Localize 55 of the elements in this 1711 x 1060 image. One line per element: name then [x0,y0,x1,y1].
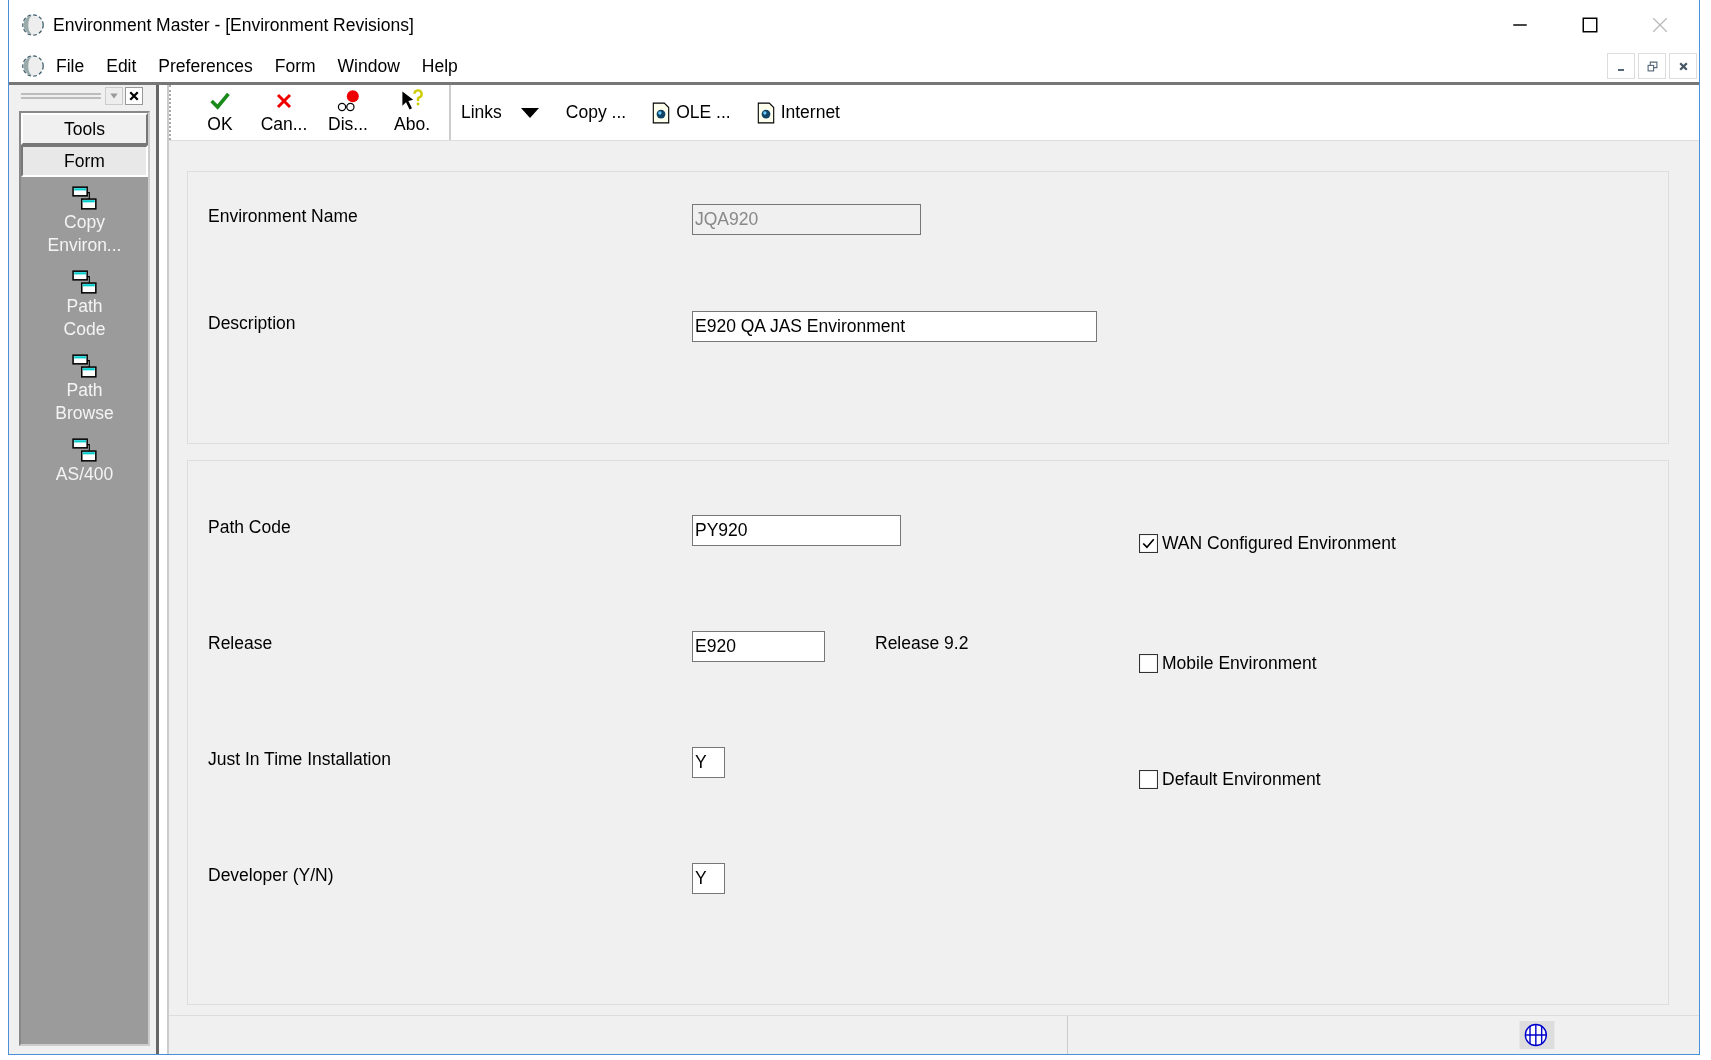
toolbar-link[interactable]: Internet [756,101,840,124]
document-icon [756,101,775,124]
toolbar-button[interactable]: OK [191,89,249,140]
field-label: Release [208,633,274,654]
toolbar-link[interactable]: Links [461,102,540,123]
close-button[interactable] [125,87,143,105]
text-field[interactable]: PY920 [692,515,901,546]
window-title: Environment Master - [Environment Revisions] [53,14,414,36]
form-icon[interactable] [71,437,98,463]
toolbar-button[interactable]: Can... [255,89,313,140]
minimize-icon [1617,69,1625,71]
restore-icon [1646,60,1658,72]
restore-button[interactable] [1638,53,1666,79]
checkbox-label[interactable]: Mobile Environment [1162,653,1317,674]
caret-icon [109,91,119,101]
globe-icon [21,13,45,37]
menu-item[interactable]: Help [410,55,469,77]
form-icon[interactable] [71,185,98,211]
menu-item[interactable]: Edit [95,55,148,77]
close-icon [129,91,139,101]
field-label: Developer (Y/N) [208,865,335,886]
text-field[interactable]: Y [692,863,725,894]
field-label: Just In Time Installation [208,749,392,770]
caret-icon [519,106,540,119]
drag-handle-icon[interactable] [19,92,103,100]
document-icon [652,101,671,124]
menu-item[interactable]: File [45,55,96,77]
menu-item[interactable]: Preferences [147,55,264,77]
checkbox[interactable] [1139,654,1158,673]
toolbar-button[interactable]: Abo. [383,89,441,140]
form-icon[interactable] [71,353,98,379]
menu-item[interactable]: Window [326,55,411,77]
close-icon [1677,60,1689,72]
maximize-icon[interactable] [1581,16,1599,34]
sidebar-tab[interactable]: Form [21,145,148,177]
checkbox-label[interactable]: WAN Configured Environment [1162,533,1396,554]
field-label: Description [208,313,297,334]
toolbar-button[interactable]: Dis... [319,89,377,140]
globe-icon [21,54,45,78]
sidebar-tab[interactable]: Tools [21,113,148,145]
toolbar-link[interactable]: OLE ... [652,101,731,124]
glasses-icon [336,89,360,113]
field-note: Release 9.2 [875,633,969,655]
field-label: Environment Name [208,206,359,227]
menu-item[interactable]: Form [263,55,327,77]
field-label: Path Code [208,517,292,538]
form-icon[interactable] [71,269,98,295]
toolbar-link[interactable]: Copy ... [565,102,627,123]
globe-icon [1518,1021,1556,1049]
checkbox[interactable] [1139,770,1158,789]
text-field[interactable]: E920 [692,631,825,662]
checkbox[interactable] [1139,534,1158,553]
text-field[interactable]: Y [692,747,725,778]
checkbox-label[interactable]: Default Environment [1162,769,1321,790]
text-field[interactable]: E920 QA JAS Environment [692,311,1097,342]
